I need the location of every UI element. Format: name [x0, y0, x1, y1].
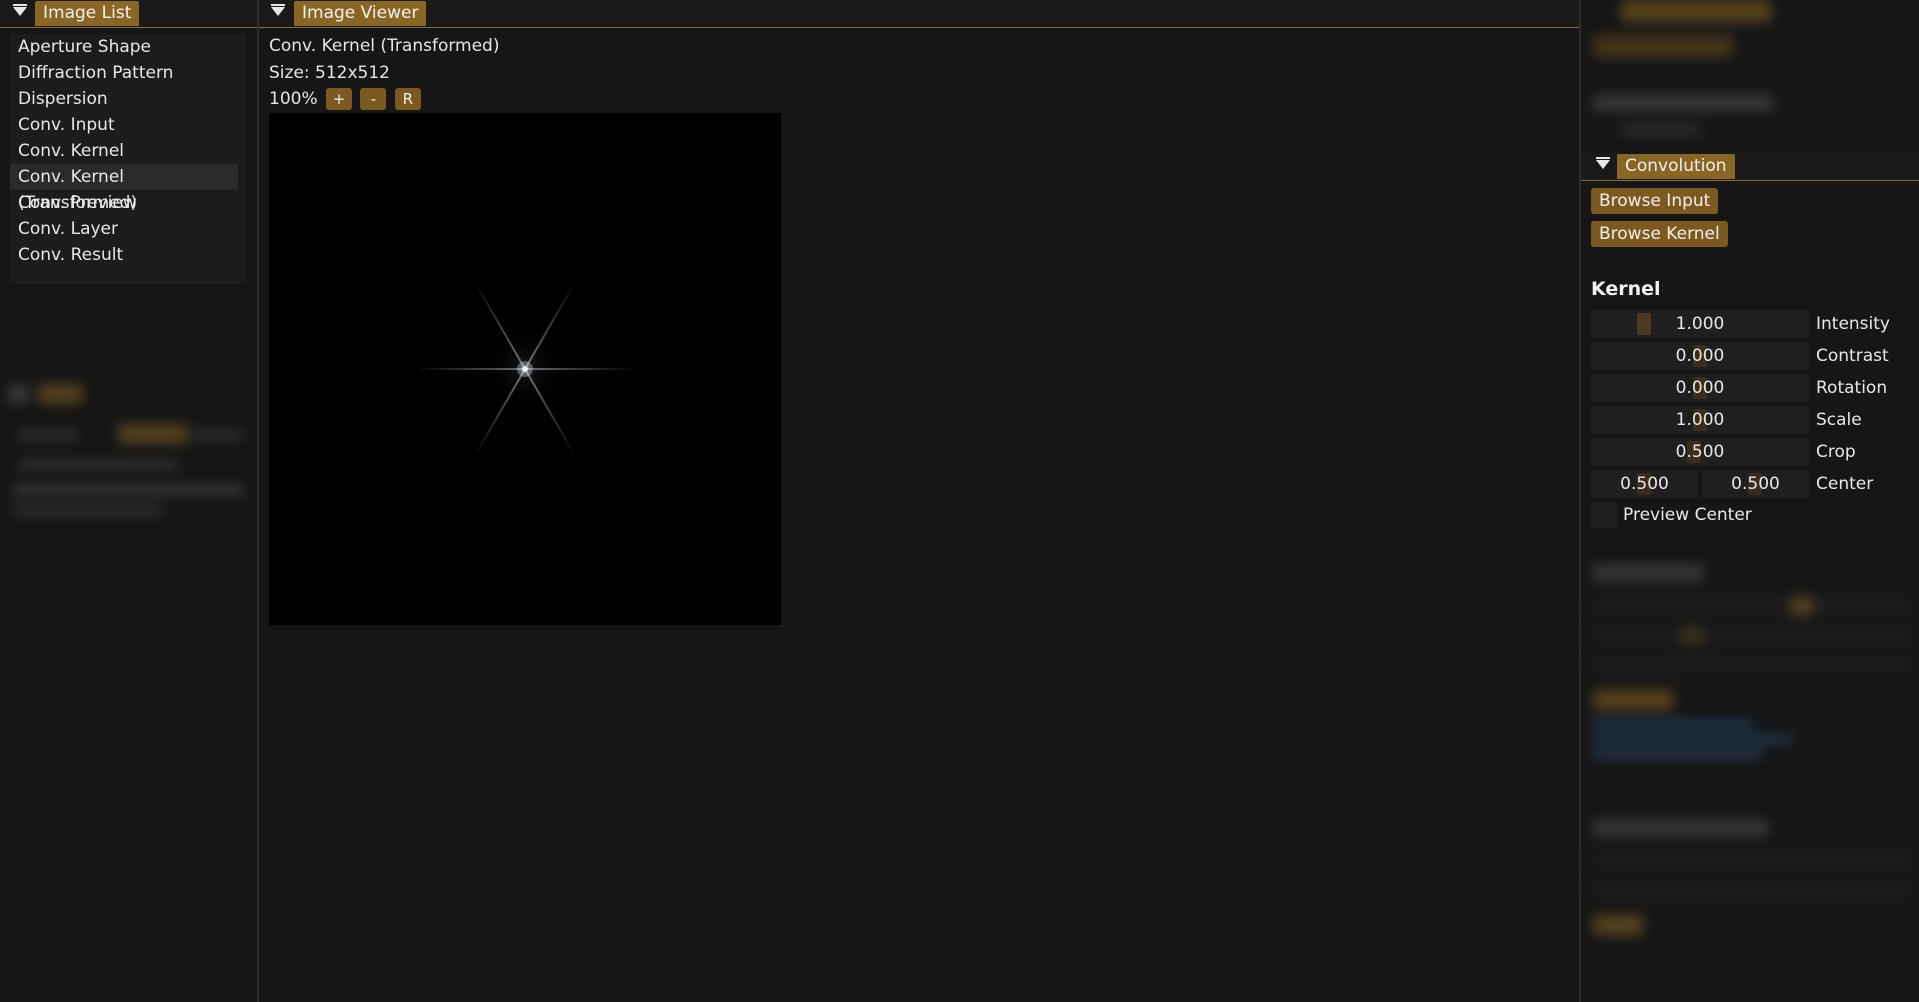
preview-center-label: Preview Center — [1623, 505, 1752, 525]
center-y-slider[interactable]: 0.500 — [1702, 470, 1809, 498]
browse-kernel-row: Browse Kernel — [1591, 221, 1728, 247]
center-x-slider[interactable]: 0.500 — [1591, 470, 1698, 498]
list-item-conv-kernel[interactable]: Conv. Kernel — [10, 138, 246, 164]
contrast-label: Contrast — [1816, 346, 1889, 366]
preview-center-checkbox[interactable] — [1591, 502, 1617, 528]
list-item-diffraction-pattern[interactable]: Diffraction Pattern — [10, 60, 246, 86]
list-item-conv-preview[interactable]: Conv. Preview — [10, 190, 246, 216]
image-viewer-panel: Image Viewer Conv. Kernel (Transformed) … — [259, 0, 1579, 1002]
image-list-titlebar: Image List — [0, 0, 257, 28]
scale-label: Scale — [1816, 410, 1862, 430]
center-y-value: 0.500 — [1731, 474, 1780, 494]
list-item-dispersion[interactable]: Dispersion — [10, 86, 246, 112]
intensity-label: Intensity — [1816, 314, 1890, 334]
intensity-slider[interactable]: 1.000 — [1591, 310, 1809, 338]
blurred-top-section — [1581, 0, 1919, 150]
contrast-value: 0.000 — [1675, 346, 1725, 366]
image-canvas[interactable] — [269, 113, 781, 625]
convolution-titlebar: Convolution — [1581, 153, 1919, 181]
kernel-heading: Kernel — [1591, 278, 1661, 300]
image-size-label: Size: 512x512 — [269, 63, 390, 83]
list-item-aperture-shape[interactable]: Aperture Shape — [10, 34, 246, 60]
intensity-value: 1.000 — [1675, 314, 1725, 334]
list-item-conv-kernel-transformed[interactable]: Conv. Kernel (Transformed) — [10, 164, 238, 213]
center-x-value: 0.500 — [1620, 474, 1669, 494]
crop-slider[interactable]: 0.500 — [1591, 438, 1809, 466]
scale-slider[interactable]: 1.000 — [1591, 406, 1809, 434]
collapse-triangle-icon[interactable] — [271, 4, 285, 16]
crop-label: Crop — [1816, 442, 1856, 462]
image-list-panel: Image List Aperture Shape Diffraction Pa… — [0, 0, 257, 1002]
collapse-triangle-icon[interactable] — [13, 4, 27, 16]
blurred-background-content — [8, 385, 248, 525]
image-viewer-title[interactable]: Image Viewer — [294, 1, 427, 26]
image-list-title[interactable]: Image List — [35, 1, 140, 26]
zoom-controls: 100% + - R — [269, 87, 421, 111]
zoom-reset-button[interactable]: R — [394, 88, 421, 110]
star-kernel-image — [415, 281, 635, 457]
rotation-value: 0.000 — [1675, 378, 1725, 398]
image-name: Conv. Kernel (Transformed) — [269, 36, 500, 56]
collapse-triangle-icon[interactable] — [1596, 157, 1610, 169]
browse-input-row: Browse Input — [1591, 188, 1719, 214]
zoom-out-button[interactable]: - — [360, 88, 387, 110]
rotation-slider[interactable]: 0.000 — [1591, 374, 1809, 402]
zoom-level: 100% — [269, 89, 318, 109]
convolution-panel: Convolution Browse Input Browse Kernel K… — [1581, 0, 1919, 1002]
scale-value: 1.000 — [1675, 410, 1725, 430]
list-item-conv-result[interactable]: Conv. Result — [10, 242, 246, 268]
zoom-in-button[interactable]: + — [326, 88, 353, 110]
browse-input-button[interactable]: Browse Input — [1591, 188, 1719, 214]
browse-kernel-button[interactable]: Browse Kernel — [1591, 221, 1728, 247]
image-list: Aperture Shape Diffraction Pattern Dispe… — [10, 34, 246, 284]
list-item-conv-layer[interactable]: Conv. Layer — [10, 216, 246, 242]
convolution-title[interactable]: Convolution — [1617, 154, 1735, 179]
image-viewer-titlebar: Image Viewer — [259, 0, 1579, 28]
list-item-conv-input[interactable]: Conv. Input — [10, 112, 246, 138]
contrast-slider[interactable]: 0.000 — [1591, 342, 1809, 370]
rotation-label: Rotation — [1816, 378, 1888, 398]
slider-grab[interactable] — [1637, 313, 1651, 335]
center-label: Center — [1816, 474, 1874, 494]
blurred-lower-section — [1581, 555, 1919, 945]
crop-value: 0.500 — [1675, 442, 1725, 462]
